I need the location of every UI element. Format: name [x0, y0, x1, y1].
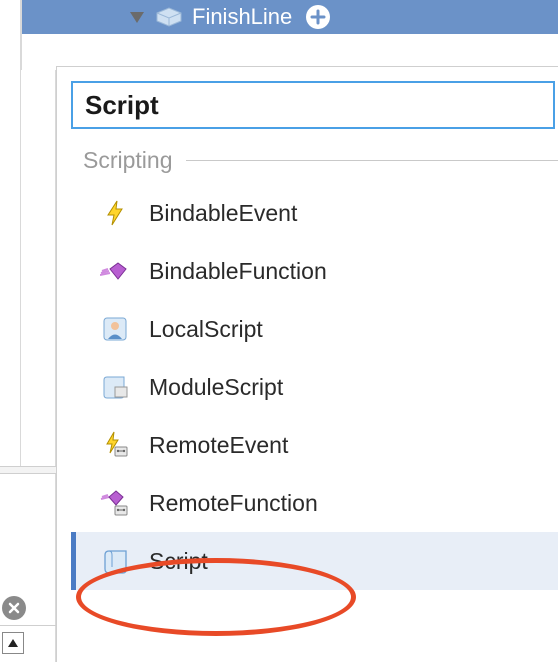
item-label: ModuleScript [149, 374, 283, 401]
list-item-modulescript[interactable]: ModuleScript [71, 358, 558, 416]
collapse-up-icon[interactable] [2, 632, 24, 654]
insert-object-panel: Scripting BindableEvent BindableFunction… [56, 66, 558, 662]
item-label: Script [149, 548, 208, 575]
item-label: LocalScript [149, 316, 263, 343]
gem-icon [99, 255, 131, 287]
category-header: Scripting [83, 147, 558, 174]
search-input[interactable] [71, 81, 555, 129]
chevron-down-icon[interactable] [130, 12, 144, 23]
list-item-remoteevent[interactable]: RemoteEvent [71, 416, 558, 474]
person-icon [99, 313, 131, 345]
search-wrap [71, 81, 558, 129]
close-icon[interactable] [2, 596, 26, 620]
scroll-icon [99, 545, 131, 577]
gutter-line [20, 0, 21, 470]
list-item-remotefunction[interactable]: RemoteFunction [71, 474, 558, 532]
category-label: Scripting [83, 147, 172, 174]
list-item-localscript[interactable]: LocalScript [71, 300, 558, 358]
bolt-icon [99, 197, 131, 229]
part-icon [154, 5, 184, 29]
explorer-tree: Baseplate FinishLine [21, 0, 558, 70]
bolt-link-icon [99, 429, 131, 461]
item-label: BindableEvent [149, 200, 297, 227]
module-icon [99, 371, 131, 403]
gutter-divider [0, 625, 56, 626]
explorer-gutter [0, 0, 56, 662]
tree-label-finishline: FinishLine [192, 4, 292, 30]
panel-splitter[interactable] [0, 466, 56, 474]
item-label: RemoteEvent [149, 432, 288, 459]
item-label: RemoteFunction [149, 490, 318, 517]
gem-link-icon [99, 487, 131, 519]
tree-row-finishline[interactable]: FinishLine [22, 0, 558, 34]
add-child-icon[interactable] [306, 5, 330, 29]
item-label: BindableFunction [149, 258, 327, 285]
list-item-bindableevent[interactable]: BindableEvent [71, 184, 558, 242]
list-item-bindablefunction[interactable]: BindableFunction [71, 242, 558, 300]
object-list: BindableEvent BindableFunction LocalScri… [71, 184, 558, 590]
divider [186, 160, 558, 161]
list-item-script[interactable]: Script [71, 532, 558, 590]
